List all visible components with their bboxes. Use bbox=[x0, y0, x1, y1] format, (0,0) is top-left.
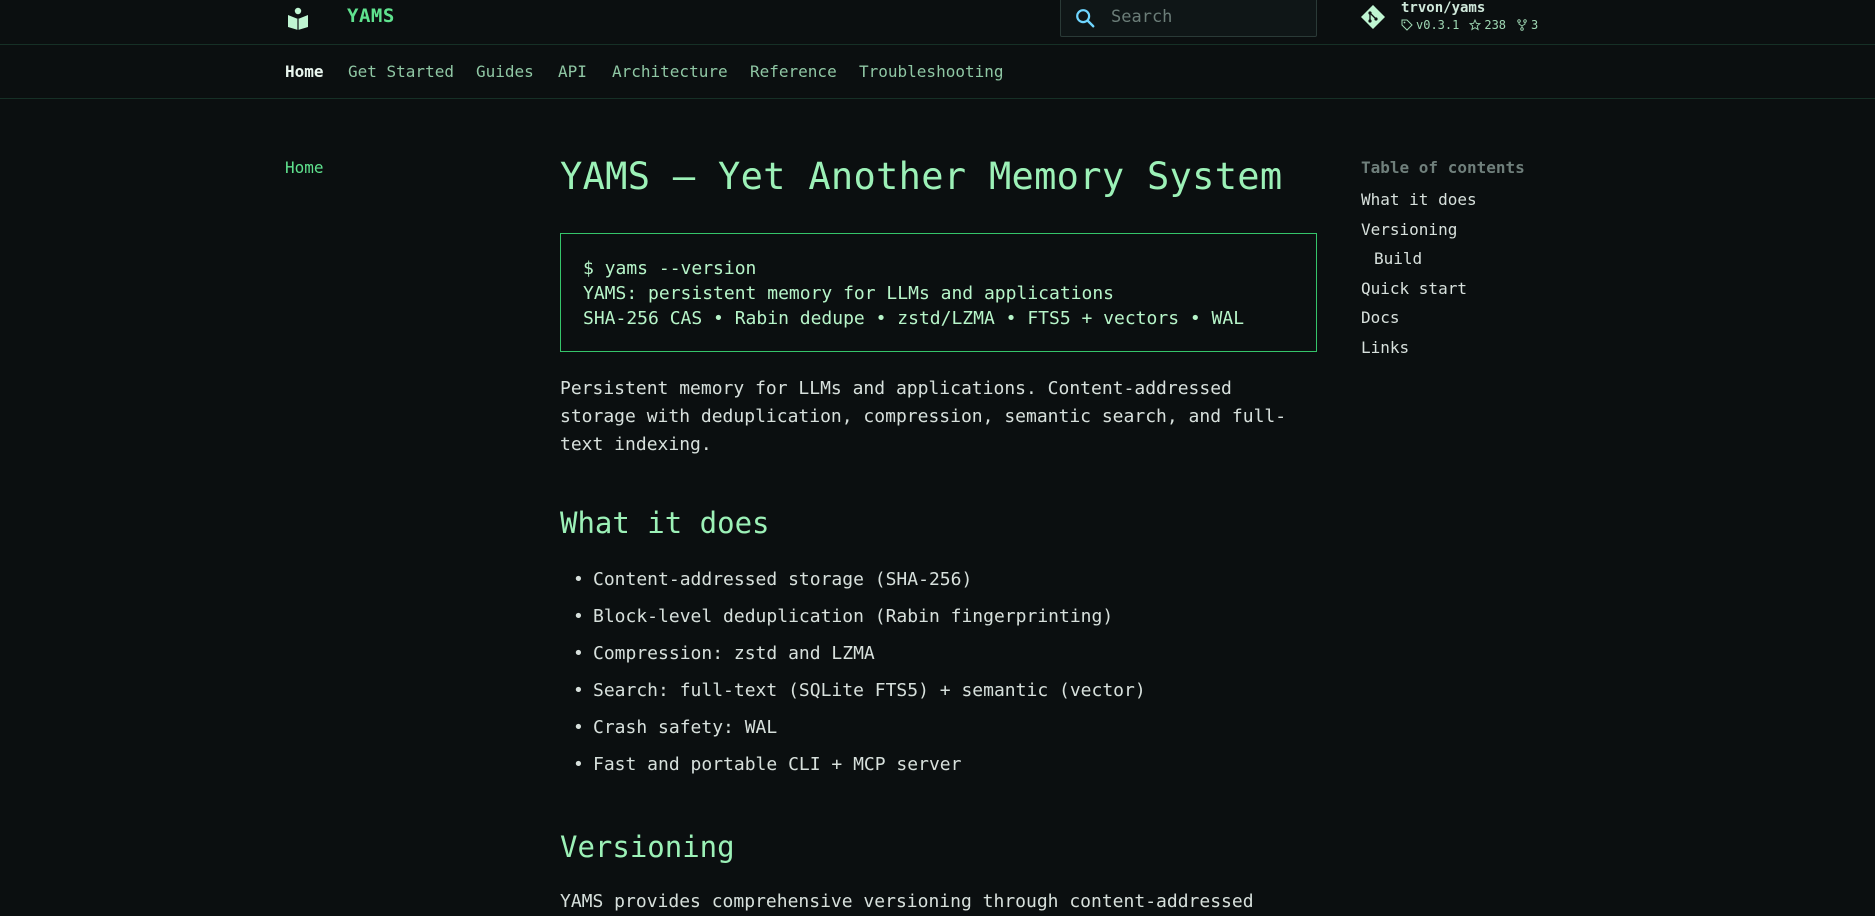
code-line: $ yams --version bbox=[583, 258, 757, 279]
repo-stars-value: 238 bbox=[1484, 18, 1507, 32]
search-input[interactable] bbox=[1109, 3, 1309, 31]
section-heading-versioning: Versioning bbox=[560, 830, 735, 864]
repo-forks-value: 3 bbox=[1531, 18, 1539, 32]
nav-tabs: Home Get Started Guides API Architecture… bbox=[0, 45, 1875, 99]
toc-item-build[interactable]: Build bbox=[1361, 244, 1611, 274]
tab-architecture[interactable]: Architecture bbox=[612, 62, 728, 81]
repo-version: v0.3.1 bbox=[1401, 18, 1459, 32]
list-item: Content-addressed storage (SHA-256) bbox=[560, 561, 1317, 598]
top-header: YAMS trvon/yams v0.3.1 bbox=[0, 0, 1875, 45]
main-content: YAMS — Yet Another Memory System $ yams … bbox=[560, 150, 1317, 916]
table-of-contents: Table of contents What it does Versionin… bbox=[1361, 158, 1611, 363]
list-item: Crash safety: WAL bbox=[560, 709, 1317, 746]
repo-name: trvon/yams bbox=[1401, 0, 1486, 16]
list-item: Search: full-text (SQLite FTS5) + semant… bbox=[560, 672, 1317, 709]
section-heading-what-it-does: What it does bbox=[560, 506, 770, 540]
toc-item-versioning[interactable]: Versioning bbox=[1361, 215, 1611, 245]
toc-item-links[interactable]: Links bbox=[1361, 333, 1611, 363]
book-logo-icon[interactable] bbox=[286, 6, 310, 30]
code-line: SHA-256 CAS • Rabin dedupe • zstd/LZMA •… bbox=[583, 308, 1245, 329]
repo-facts: v0.3.1 238 3 bbox=[1401, 18, 1538, 32]
list-item: Fast and portable CLI + MCP server bbox=[560, 746, 1317, 783]
code-block: $ yams --version YAMS: persistent memory… bbox=[560, 233, 1317, 352]
git-icon bbox=[1361, 5, 1385, 29]
page-title: YAMS — Yet Another Memory System bbox=[560, 155, 1283, 198]
intro-paragraph: Persistent memory for LLMs and applicati… bbox=[560, 378, 1287, 455]
site-title[interactable]: YAMS bbox=[347, 5, 395, 27]
tab-reference[interactable]: Reference bbox=[750, 62, 837, 81]
toc-item-what-it-does[interactable]: What it does bbox=[1361, 185, 1611, 215]
tab-guides[interactable]: Guides bbox=[476, 62, 534, 81]
versioning-paragraph: YAMS provides comprehensive versioning t… bbox=[560, 891, 1254, 912]
tag-icon bbox=[1401, 19, 1413, 31]
sidebar-item-home[interactable]: Home bbox=[285, 158, 324, 177]
toc-item-quick-start[interactable]: Quick start bbox=[1361, 274, 1611, 304]
feature-list: Content-addressed storage (SHA-256) Bloc… bbox=[560, 561, 1317, 783]
tab-home[interactable]: Home bbox=[285, 62, 324, 81]
list-item: Block-level deduplication (Rabin fingerp… bbox=[560, 598, 1317, 635]
search-box[interactable] bbox=[1060, 0, 1317, 37]
toc-title: Table of contents bbox=[1361, 158, 1525, 177]
tab-troubleshooting[interactable]: Troubleshooting bbox=[859, 62, 1004, 81]
tab-get-started[interactable]: Get Started bbox=[348, 62, 454, 81]
code-line: YAMS: persistent memory for LLMs and app… bbox=[583, 283, 1115, 304]
toc-item-docs[interactable]: Docs bbox=[1361, 303, 1611, 333]
repo-stars: 238 bbox=[1469, 18, 1506, 32]
repo-version-value: v0.3.1 bbox=[1416, 18, 1460, 32]
repo-forks: 3 bbox=[1516, 18, 1538, 32]
search-icon bbox=[1076, 9, 1095, 28]
star-icon bbox=[1469, 19, 1482, 31]
fork-icon bbox=[1517, 19, 1527, 31]
list-item: Compression: zstd and LZMA bbox=[560, 635, 1317, 672]
tab-api[interactable]: API bbox=[558, 62, 587, 81]
